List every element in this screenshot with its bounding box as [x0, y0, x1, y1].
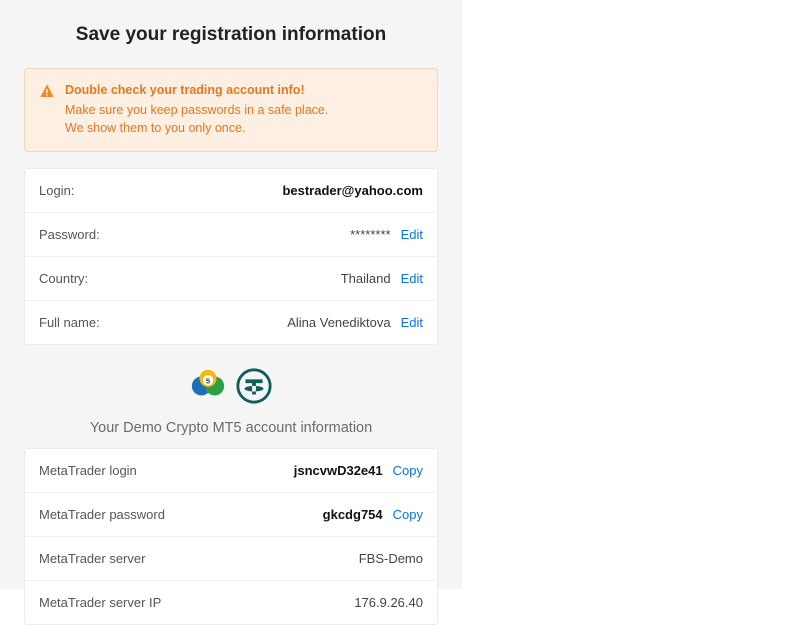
password-label: Password:	[39, 227, 100, 242]
account-heading-wrap: 5 Your Demo Crypto MT5 account informati…	[24, 367, 438, 436]
edit-country-link[interactable]: Edit	[401, 271, 423, 286]
mt-password-label: MetaTrader password	[39, 507, 165, 522]
platform-logos: 5	[189, 367, 273, 410]
edit-fullname-link[interactable]: Edit	[401, 315, 423, 330]
mt-server-ip-label: MetaTrader server IP	[39, 595, 161, 610]
mt5-icon: 5	[189, 367, 227, 410]
mt-password-value: gkcdg754	[323, 507, 383, 522]
row-mt-server: MetaTrader server FBS-Demo	[25, 536, 437, 580]
row-mt-server-ip: MetaTrader server IP 176.9.26.40	[25, 580, 437, 624]
mt-login-label: MetaTrader login	[39, 463, 137, 478]
fullname-label: Full name:	[39, 315, 100, 330]
copy-mt-password-link[interactable]: Copy	[393, 507, 423, 522]
mt-server-label: MetaTrader server	[39, 551, 145, 566]
row-login: Login: bestrader@yahoo.com	[25, 169, 437, 212]
warning-title: Double check your trading account info!	[65, 81, 328, 99]
row-country: Country: Thailand Edit	[25, 256, 437, 300]
login-value: bestrader@yahoo.com	[282, 183, 423, 198]
row-mt-password: MetaTrader password gkcdg754 Copy	[25, 492, 437, 536]
row-mt-login: MetaTrader login jsncvwD32e41 Copy	[25, 449, 437, 492]
warning-box: Double check your trading account info! …	[24, 68, 438, 152]
warning-triangle-icon	[39, 83, 55, 137]
account-card: MetaTrader login jsncvwD32e41 Copy MetaT…	[24, 448, 438, 625]
account-heading: Your Demo Crypto MT5 account information	[24, 420, 438, 436]
copy-mt-login-link[interactable]: Copy	[393, 463, 423, 478]
row-fullname: Full name: Alina Venediktova Edit	[25, 300, 437, 344]
mt-server-ip-value: 176.9.26.40	[354, 595, 423, 610]
warning-line1: Make sure you keep passwords in a safe p…	[65, 103, 328, 117]
warning-line2: We show them to you only once.	[65, 121, 245, 135]
login-label: Login:	[39, 183, 74, 198]
mt-login-value: jsncvwD32e41	[294, 463, 383, 478]
registration-card: Login: bestrader@yahoo.com Password: ***…	[24, 168, 438, 345]
country-value: Thailand	[341, 271, 391, 286]
fullname-value: Alina Venediktova	[287, 315, 390, 330]
tether-icon	[235, 367, 273, 410]
edit-password-link[interactable]: Edit	[401, 227, 423, 242]
mt-server-value: FBS-Demo	[359, 551, 423, 566]
row-password: Password: ******** Edit	[25, 212, 437, 256]
country-label: Country:	[39, 271, 88, 286]
password-value: ********	[350, 227, 390, 242]
warning-text: Double check your trading account info! …	[65, 81, 328, 137]
page-title: Save your registration information	[24, 24, 438, 46]
registration-panel: Save your registration information Doubl…	[0, 0, 462, 589]
